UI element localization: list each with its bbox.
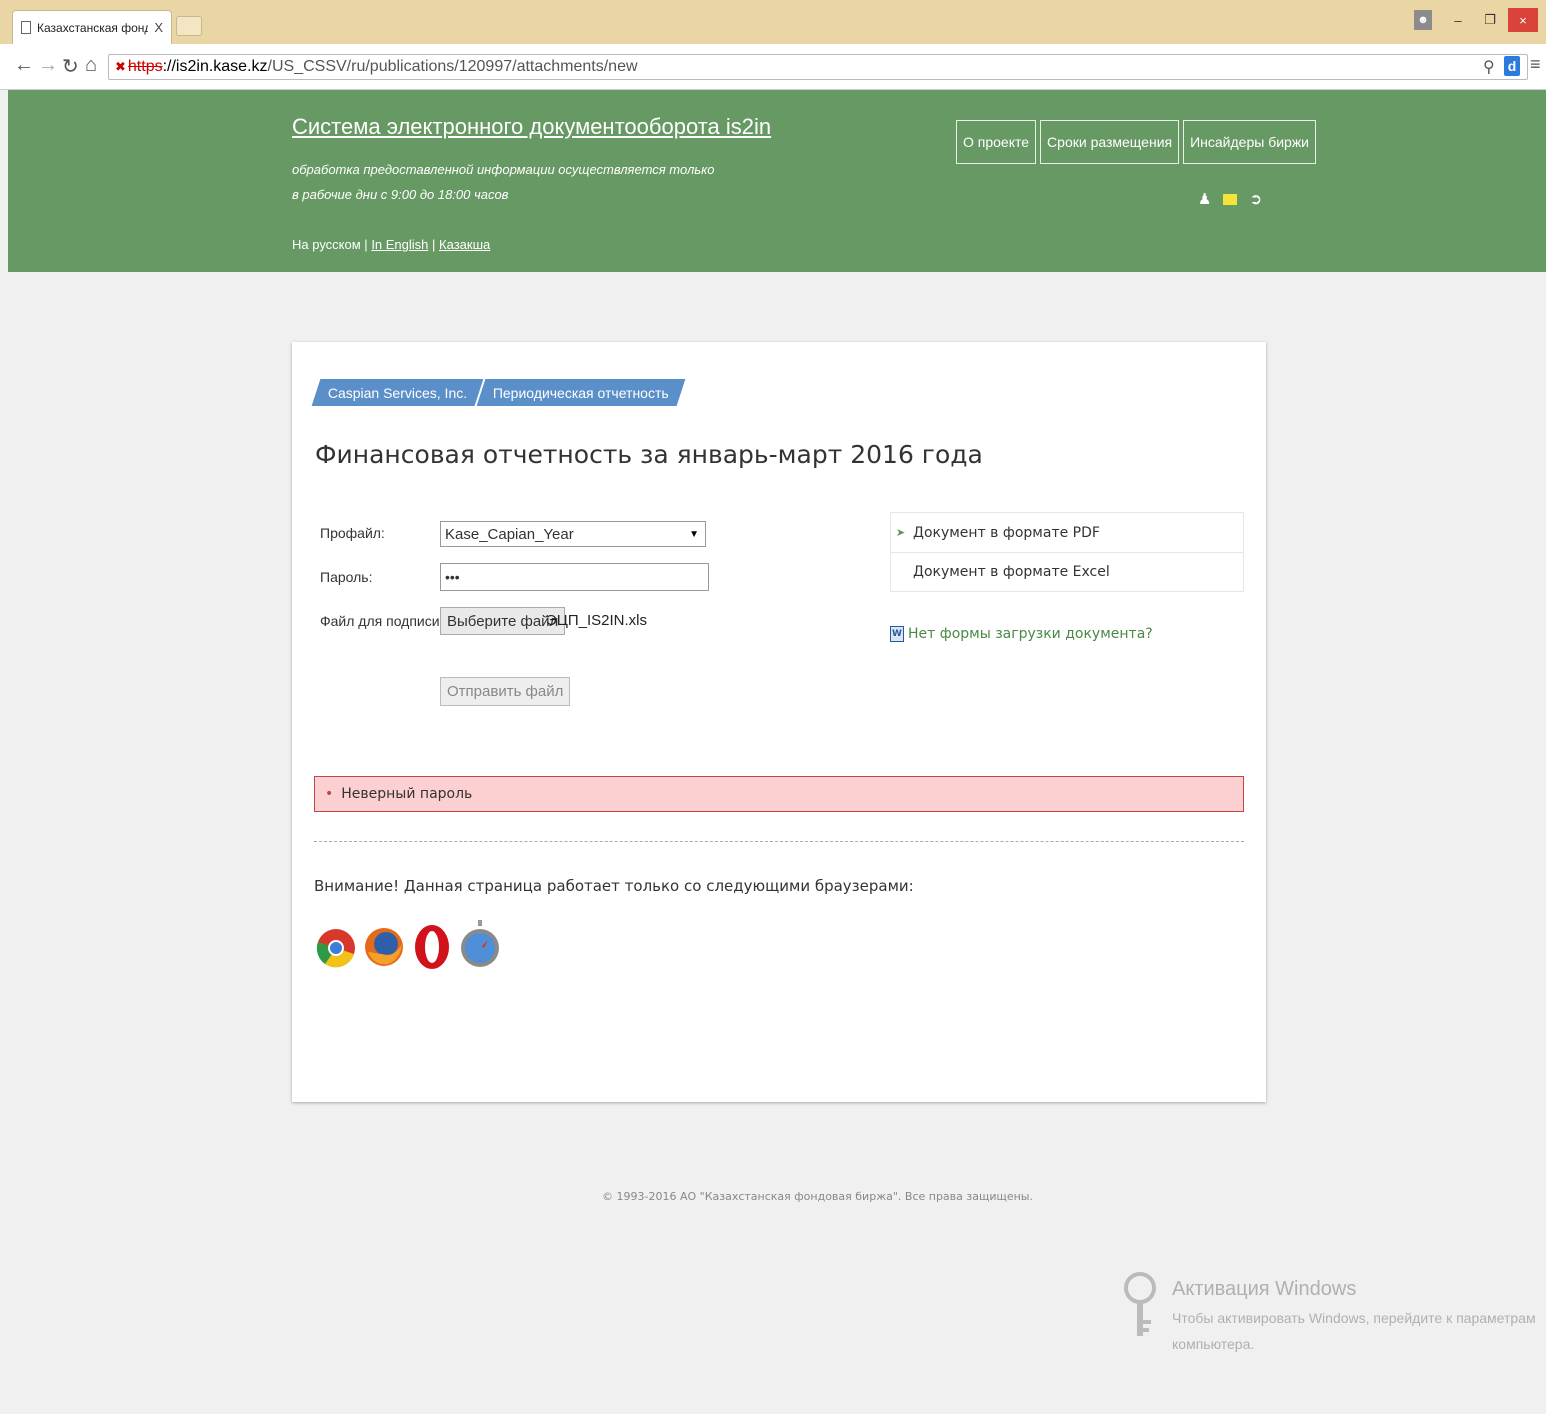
home-icon[interactable]: ⌂ xyxy=(85,54,97,77)
profile-label: Профайл: xyxy=(320,525,385,541)
lang-english-link[interactable]: In English xyxy=(371,237,428,252)
bullet-icon: • xyxy=(325,786,334,802)
browser-toolbar: ← → ↻ ⌂ ✖ https ://is2in.kase.kz /US_CSS… xyxy=(0,44,1546,90)
nav-deadlines[interactable]: Сроки размещения xyxy=(1040,120,1180,164)
browser-notice: Внимание! Данная страница работает тольк… xyxy=(314,877,914,895)
forward-icon[interactable]: → xyxy=(38,54,58,77)
zoom-icon[interactable]: ⚲ xyxy=(1483,57,1495,77)
lang-kazakh-link[interactable]: Казакша xyxy=(439,237,490,252)
extension-icon[interactable]: d xyxy=(1504,56,1520,76)
page-title: Финансовая отчетность за январь-март 201… xyxy=(315,440,983,469)
error-message: • Неверный пароль xyxy=(314,776,1244,812)
activation-line-1: Чтобы активировать Windows, перейдите к … xyxy=(1172,1310,1536,1326)
window-controls: ☻ – ❐ × xyxy=(1414,8,1538,32)
profile-value: Kase_Capian_Year xyxy=(445,525,574,543)
tab-close-icon[interactable]: X xyxy=(154,20,163,35)
menu-icon[interactable]: ≡ xyxy=(1530,54,1541,75)
url-path: /US_CSSV/ru/publications/120997/attachme… xyxy=(267,58,638,75)
new-tab-button[interactable] xyxy=(176,16,202,36)
breadcrumb-company[interactable]: Caspian Services, Inc. xyxy=(311,379,484,406)
doc-item-excel[interactable]: Документ в формате Excel xyxy=(891,552,1243,591)
doc-item-pdf[interactable]: ➤ Документ в формате PDF xyxy=(891,513,1243,552)
breadcrumb: Caspian Services, Inc. Периодическая отч… xyxy=(311,379,686,406)
dropdown-caret-icon: ▼ xyxy=(689,528,699,540)
top-navigation: О проекте Сроки размещения Инсайдеры бир… xyxy=(956,120,1316,164)
document-format-list: ➤ Документ в формате PDF Документ в форм… xyxy=(890,512,1244,592)
selected-file-name: ЭЦП_IS2IN.xls xyxy=(546,612,648,629)
supported-browsers xyxy=(316,914,500,978)
key-icon xyxy=(1124,1272,1156,1336)
profile-select[interactable]: Kase_Capian_Year ▼ xyxy=(440,521,706,547)
password-value: ••• xyxy=(445,569,460,585)
insecure-lock-icon[interactable]: ✖ xyxy=(115,59,126,75)
activation-title: Активация Windows xyxy=(1172,1278,1357,1300)
password-input[interactable]: ••• xyxy=(440,563,709,591)
nav-about[interactable]: О проекте xyxy=(956,120,1037,164)
word-document-icon: W xyxy=(890,626,904,642)
back-icon[interactable]: ← xyxy=(14,54,34,77)
user-profile-icon[interactable]: ☻ xyxy=(1414,10,1432,30)
divider xyxy=(314,841,1244,842)
breadcrumb-periodic-reports[interactable]: Периодическая отчетность xyxy=(474,379,686,406)
restore-icon[interactable]: ❐ xyxy=(1476,8,1504,32)
user-icon[interactable]: ♟ xyxy=(1198,190,1211,208)
browser-tab[interactable]: Казахстанская фондовая X xyxy=(12,10,172,44)
url-scheme: https xyxy=(127,58,163,75)
address-bar[interactable]: ✖ https ://is2in.kase.kz /US_CSSV/ru/pub… xyxy=(108,54,1528,80)
close-window-icon[interactable]: × xyxy=(1508,8,1538,32)
site-title-link[interactable]: Система электронного документооборота is… xyxy=(292,114,771,140)
activation-line-2: компьютера. xyxy=(1172,1336,1255,1352)
site-header: Система электронного документооборота is… xyxy=(8,90,1546,272)
url-host: ://is2in.kase.kz xyxy=(162,58,268,75)
footer-copyright: © 1993-2016 АО "Казахстанская фондовая б… xyxy=(602,1190,1033,1203)
working-hours-note-2: в рабочие дни с 9:00 до 18:00 часов xyxy=(292,187,509,202)
safari-icon xyxy=(461,920,499,967)
arrow-right-icon: ➤ xyxy=(896,526,906,539)
header-icons: ♟ ➲ xyxy=(1198,190,1262,208)
tab-title: Казахстанская фондовая xyxy=(37,20,149,35)
chrome-icon xyxy=(316,929,355,968)
opera-icon xyxy=(415,925,449,969)
minimize-icon[interactable]: – xyxy=(1444,8,1472,32)
main-card: Caspian Services, Inc. Периодическая отч… xyxy=(292,342,1266,1102)
file-label: Файл для подписи: xyxy=(320,613,444,629)
reload-icon[interactable]: ↻ xyxy=(62,54,79,79)
lang-russian: На русском xyxy=(292,237,361,252)
password-label: Пароль: xyxy=(320,569,373,585)
document-icon xyxy=(21,21,31,34)
working-hours-note: обработка предоставленной информации осу… xyxy=(292,162,715,177)
browser-titlebar: Казахстанская фондовая X ☻ – ❐ × xyxy=(0,0,1546,44)
submit-file-button[interactable]: Отправить файл xyxy=(440,677,571,706)
mail-icon[interactable] xyxy=(1223,193,1238,205)
firefox-icon xyxy=(365,928,403,966)
nav-insiders[interactable]: Инсайдеры биржи xyxy=(1183,120,1316,164)
language-switcher: На русском | In English | Казакша xyxy=(292,237,491,252)
logout-icon[interactable]: ➲ xyxy=(1249,190,1262,208)
no-form-link[interactable]: W Нет формы загрузки документа? xyxy=(890,626,1153,642)
